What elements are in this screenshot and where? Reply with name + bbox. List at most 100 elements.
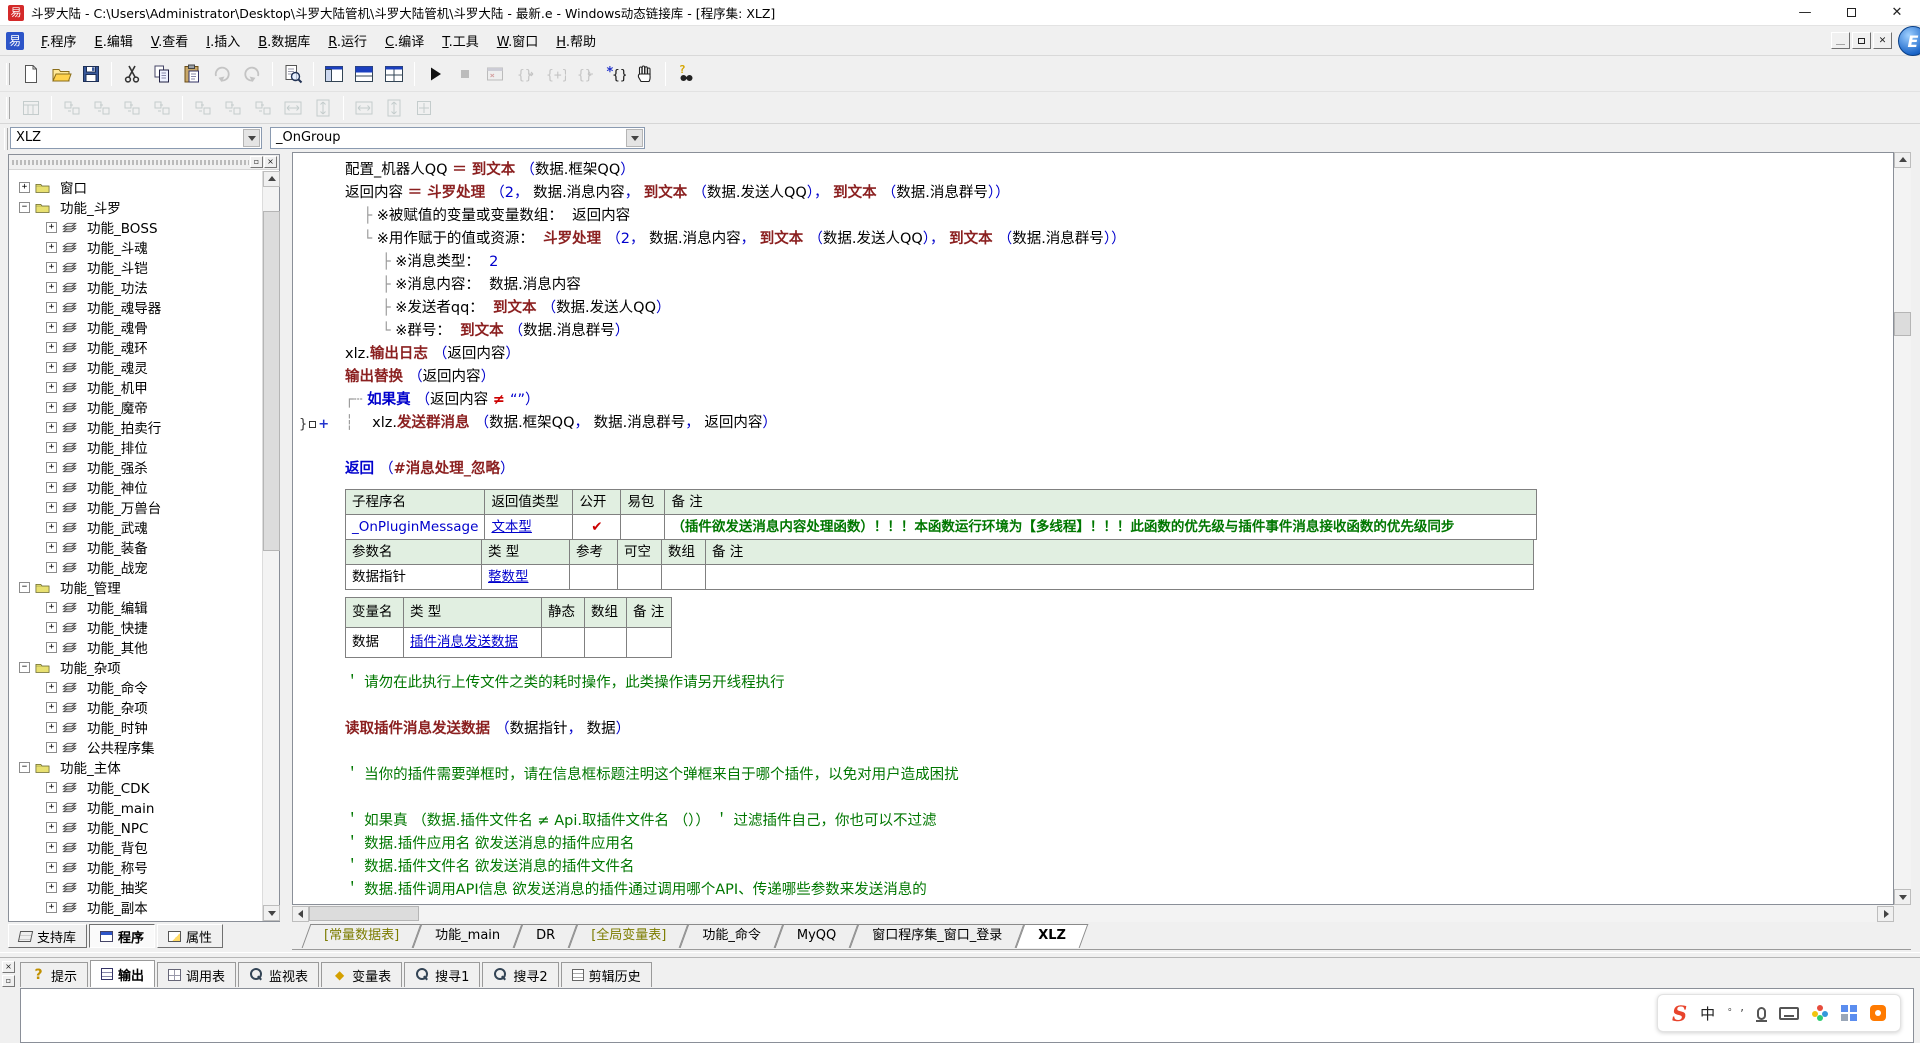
undo-button[interactable] bbox=[238, 60, 266, 87]
output-close-button[interactable]: × bbox=[2, 961, 15, 973]
menu-T.工具[interactable]: T.工具 bbox=[433, 27, 488, 54]
same-width-button[interactable] bbox=[350, 94, 378, 121]
tree-close-button[interactable]: × bbox=[264, 156, 277, 168]
mdi-close-button[interactable]: ✕ bbox=[1873, 32, 1892, 49]
expand-icon[interactable]: + bbox=[46, 702, 57, 713]
expand-icon[interactable]: + bbox=[46, 802, 57, 813]
expand-icon[interactable]: + bbox=[46, 382, 57, 393]
tree-item[interactable]: +功能_时钟 bbox=[9, 717, 262, 737]
tree-item[interactable]: +功能_机甲 bbox=[9, 377, 262, 397]
table-cell[interactable]: 文本型 bbox=[485, 515, 573, 540]
tree-item[interactable]: +功能_装备 bbox=[9, 537, 262, 557]
output-console[interactable]: S 中 ゜’ bbox=[20, 988, 1914, 1043]
editor-vscrollbar-thumb[interactable] bbox=[1894, 312, 1911, 336]
tree-item[interactable]: +功能_main bbox=[9, 797, 262, 817]
tree-item[interactable]: +功能_武魂 bbox=[9, 517, 262, 537]
same-size-button[interactable] bbox=[410, 94, 438, 121]
step-out-button[interactable]: {} bbox=[571, 60, 599, 87]
expand-icon[interactable]: + bbox=[46, 422, 57, 433]
expand-icon[interactable]: + bbox=[46, 742, 57, 753]
tree-item[interactable]: +功能_神位 bbox=[9, 477, 262, 497]
expand-icon[interactable]: + bbox=[46, 242, 57, 253]
editor-scroll-up-icon[interactable] bbox=[1894, 152, 1911, 168]
expand-icon[interactable]: + bbox=[46, 282, 57, 293]
stop-button[interactable] bbox=[451, 60, 479, 87]
tree-item[interactable]: +功能_命令 bbox=[9, 677, 262, 697]
menu-E.编辑[interactable]: E.编辑 bbox=[86, 27, 142, 54]
expand-icon[interactable]: + bbox=[46, 402, 57, 413]
tree-item[interactable]: −功能_斗罗 bbox=[9, 197, 262, 217]
tree-item[interactable]: +功能_副本 bbox=[9, 897, 262, 917]
doc-tab[interactable]: DR bbox=[518, 924, 573, 948]
layout-grid-button[interactable] bbox=[380, 60, 408, 87]
tree-item[interactable]: −功能_管理 bbox=[9, 577, 262, 597]
editor-hscrollbar[interactable] bbox=[292, 905, 1894, 922]
doc-tab[interactable]: XLZ bbox=[1020, 924, 1084, 948]
expand-icon[interactable]: + bbox=[46, 782, 57, 793]
doc-tab[interactable]: [全局变量表] bbox=[573, 924, 684, 948]
editor-scroll-down-icon[interactable] bbox=[1894, 889, 1911, 905]
center-vertical-button[interactable] bbox=[219, 94, 247, 121]
tree-item[interactable]: +功能_快捷 bbox=[9, 617, 262, 637]
close-button[interactable]: ✕ bbox=[1874, 0, 1920, 26]
align-middle-button[interactable] bbox=[249, 94, 277, 121]
tree-item[interactable]: +功能_魔帝 bbox=[9, 397, 262, 417]
menu-C.编译[interactable]: C.编译 bbox=[376, 27, 433, 54]
expand-icon[interactable]: + bbox=[46, 822, 57, 833]
tree-item[interactable]: +功能_BOSS bbox=[9, 217, 262, 237]
tree-item[interactable]: +功能_排位 bbox=[9, 437, 262, 457]
expand-icon[interactable]: + bbox=[46, 442, 57, 453]
microphone-icon[interactable] bbox=[1757, 1007, 1766, 1020]
space-equal-v-button[interactable] bbox=[309, 94, 337, 121]
drag-grip[interactable] bbox=[12, 160, 249, 165]
editor-scroll-right-icon[interactable] bbox=[1877, 906, 1894, 922]
save-button[interactable] bbox=[77, 60, 105, 87]
redo-button[interactable] bbox=[208, 60, 236, 87]
panel-tab-prog[interactable]: 程序 bbox=[89, 924, 155, 948]
layout-left-button[interactable] bbox=[320, 60, 348, 87]
tree-item[interactable]: +功能_NPC bbox=[9, 817, 262, 837]
collapse-icon[interactable]: − bbox=[19, 202, 30, 213]
tree-item[interactable]: −功能_主体 bbox=[9, 757, 262, 777]
align-right-button[interactable] bbox=[88, 94, 116, 121]
open-file-button[interactable] bbox=[47, 60, 75, 87]
tree-item[interactable]: +功能_称号 bbox=[9, 857, 262, 877]
doc-tab[interactable]: 功能_命令 bbox=[684, 924, 779, 948]
collapse-icon[interactable]: − bbox=[19, 582, 30, 593]
doc-tab[interactable]: 功能_main bbox=[417, 924, 518, 948]
align-bottom-button[interactable] bbox=[148, 94, 176, 121]
tree-float-button[interactable]: ▫ bbox=[250, 156, 263, 168]
form-designer-button[interactable] bbox=[17, 94, 45, 121]
menu-F.程序[interactable]: F.程序 bbox=[32, 27, 86, 54]
tree-item[interactable]: +功能_魂灵 bbox=[9, 357, 262, 377]
align-top-button[interactable] bbox=[118, 94, 146, 121]
expand-icon[interactable]: + bbox=[46, 862, 57, 873]
ime-mode-toggle[interactable]: 中 bbox=[1700, 1003, 1715, 1024]
tree-item[interactable]: +窗口 bbox=[9, 177, 262, 197]
output-tab[interactable]: 剪辑历史 bbox=[561, 962, 652, 987]
copy-button[interactable] bbox=[148, 60, 176, 87]
tree-item[interactable]: +功能_功法 bbox=[9, 277, 262, 297]
tree-item[interactable]: +功能_强杀 bbox=[9, 457, 262, 477]
expand-icon[interactable]: + bbox=[46, 642, 57, 653]
help-find-button[interactable]: ? bbox=[672, 60, 700, 87]
expand-icon[interactable]: + bbox=[46, 302, 57, 313]
tree-item[interactable]: +功能_战宠 bbox=[9, 557, 262, 577]
expand-icon[interactable]: + bbox=[46, 842, 57, 853]
run-button[interactable] bbox=[421, 60, 449, 87]
doc-tab[interactable]: [常量数据表] bbox=[306, 924, 417, 948]
expand-icon[interactable]: + bbox=[46, 322, 57, 333]
expand-icon[interactable]: + bbox=[46, 902, 57, 913]
tree-item[interactable]: +功能_CDK bbox=[9, 777, 262, 797]
tree-item[interactable]: +功能_编辑 bbox=[9, 597, 262, 617]
tree-item[interactable]: +功能_拍卖行 bbox=[9, 417, 262, 437]
expand-icon[interactable]: + bbox=[19, 182, 30, 193]
step-into-button[interactable]: {} bbox=[511, 60, 539, 87]
toolbar-grip[interactable] bbox=[6, 97, 10, 119]
output-tab[interactable]: 输出 bbox=[90, 960, 155, 987]
tree-item[interactable]: +功能_魂骨 bbox=[9, 317, 262, 337]
expand-icon[interactable]: + bbox=[46, 602, 57, 613]
same-height-button[interactable] bbox=[380, 94, 408, 121]
tree-scrollbar-thumb[interactable] bbox=[263, 211, 280, 551]
cut-button[interactable] bbox=[118, 60, 146, 87]
